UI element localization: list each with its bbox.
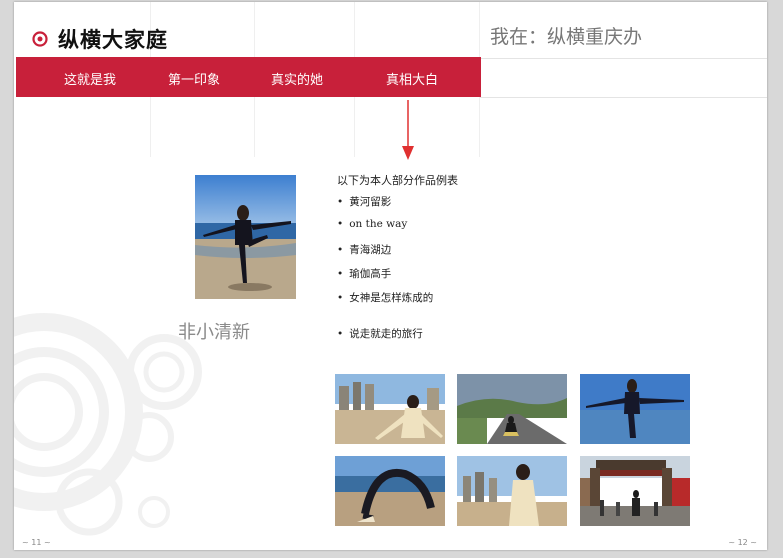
page-number-left: ~ 11 ~ — [22, 538, 51, 547]
nav-item-truth[interactable]: 真相大白 — [386, 69, 438, 88]
divider — [480, 58, 767, 59]
page-title: 纵横大家庭 — [58, 28, 168, 52]
nav-item-this-is-me[interactable]: 这就是我 — [64, 69, 116, 88]
location-text: 我在：纵横重庆办 — [490, 26, 643, 48]
list-item: • 说走就走的旅行 — [337, 328, 423, 340]
thumbnail-photo — [335, 456, 445, 526]
list-item: • 女神是怎样炼成的 — [337, 292, 434, 304]
list-item: • 青海湖边 — [337, 244, 392, 256]
thumbnail-photo — [335, 374, 445, 444]
thumbnail-photo — [580, 374, 690, 444]
nav-item-real-her[interactable]: 真实的她 — [271, 69, 323, 88]
list-item: • on the way — [337, 218, 408, 230]
page-number-right: ~ 12 ~ — [728, 538, 757, 547]
thumbnail-photo — [457, 456, 567, 526]
thumbnail-photo — [457, 374, 567, 444]
list-item: • 瑜伽高手 — [337, 268, 392, 280]
down-arrow-icon — [402, 100, 414, 160]
list-item: • 黄河留影 — [337, 196, 392, 208]
thumbnail-photo — [580, 456, 690, 526]
nav-item-first-impression[interactable]: 第一印象 — [168, 69, 220, 88]
photo-caption: 非小清新 — [178, 322, 250, 343]
portrait-photo — [195, 175, 296, 299]
divider — [480, 97, 767, 98]
works-list-title: 以下为本人部分作品例表 — [337, 174, 458, 187]
nav-bar: 这就是我 第一印象 真实的她 真相大白 — [16, 57, 481, 97]
target-icon — [32, 31, 48, 47]
slide-page: 纵横大家庭 我在：纵横重庆办 这就是我 第一印象 真实的她 真相大白 非小清新 … — [14, 2, 767, 550]
header-brand: 纵横大家庭 — [32, 24, 168, 54]
